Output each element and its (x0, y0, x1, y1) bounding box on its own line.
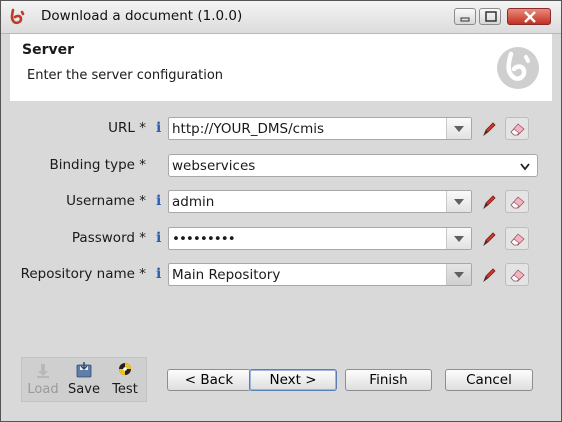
binding-type-value: webservices (172, 158, 256, 174)
username-combo[interactable]: admin (168, 190, 472, 213)
header-logo-icon (497, 47, 539, 89)
window-title: Download a document (1.0.0) (41, 8, 243, 24)
page-title: Server (22, 42, 75, 58)
username-value: admin (172, 194, 215, 210)
maximize-button[interactable] (479, 8, 501, 25)
maximize-icon (485, 11, 497, 22)
next-button[interactable]: Next > (249, 369, 337, 391)
load-icon (37, 364, 49, 378)
test-label: Test (112, 382, 138, 397)
test-button[interactable]: Test (106, 360, 144, 400)
load-label: Load (27, 382, 59, 397)
save-label: Save (68, 382, 100, 397)
eraser-button[interactable] (505, 227, 529, 250)
app-logo-icon (10, 8, 25, 25)
username-dropdown-arrow[interactable] (446, 191, 471, 212)
dialog-window: Download a document (1.0.0) Server Enter… (0, 0, 562, 422)
repository-name-label: Repository name * (20, 266, 146, 282)
url-label: URL * (108, 120, 146, 136)
username-info-icon[interactable]: i (156, 193, 161, 209)
pencil-icon[interactable] (478, 228, 500, 250)
eraser-icon (510, 123, 525, 136)
password-value: ••••••••• (172, 231, 236, 247)
close-button[interactable] (507, 8, 551, 25)
url-value: http://YOUR_DMS/cmis (172, 121, 325, 137)
repository-value: Main Repository (172, 267, 281, 283)
minimize-icon (460, 17, 470, 22)
binding-type-label: Binding type * (49, 157, 146, 173)
eraser-icon (510, 269, 525, 282)
chevron-down-icon (520, 163, 530, 171)
save-button[interactable]: Save (65, 360, 103, 400)
url-info-icon[interactable]: i (156, 120, 161, 136)
form-area: URL * i http://YOUR_DMS/cmis Binding typ… (10, 101, 552, 406)
eraser-icon (510, 233, 525, 246)
wizard-header: Server Enter the server configuration (10, 34, 552, 102)
url-combo[interactable]: http://YOUR_DMS/cmis (168, 117, 472, 140)
password-dropdown-arrow[interactable] (446, 228, 471, 249)
pencil-icon[interactable] (478, 191, 500, 213)
title-bar[interactable]: Download a document (1.0.0) (1, 1, 561, 34)
url-dropdown-arrow[interactable] (446, 118, 471, 139)
eraser-button[interactable] (505, 190, 529, 213)
password-combo[interactable]: ••••••••• (168, 227, 472, 250)
pencil-icon[interactable] (478, 118, 500, 140)
eraser-icon (510, 196, 525, 209)
cancel-button[interactable]: Cancel (445, 369, 533, 391)
username-label: Username * (66, 193, 146, 209)
close-icon (524, 11, 536, 23)
page-subtitle: Enter the server configuration (27, 68, 224, 83)
repository-combo[interactable]: Main Repository (168, 263, 472, 286)
repository-dropdown-arrow[interactable] (446, 264, 471, 285)
password-label: Password * (71, 230, 146, 246)
repository-info-icon[interactable]: i (156, 266, 161, 282)
minimize-button[interactable] (454, 8, 476, 25)
back-button[interactable]: < Back (167, 369, 251, 391)
eraser-button[interactable] (505, 263, 529, 286)
save-icon (76, 362, 92, 378)
eraser-button[interactable] (505, 117, 529, 140)
config-toolbar: Load Save Test (21, 357, 147, 402)
binding-type-select[interactable]: webservices (168, 154, 538, 177)
password-info-icon[interactable]: i (156, 230, 161, 246)
pencil-icon[interactable] (478, 264, 500, 286)
test-icon (119, 363, 131, 375)
finish-button[interactable]: Finish (345, 369, 432, 391)
load-button[interactable]: Load (24, 360, 62, 400)
